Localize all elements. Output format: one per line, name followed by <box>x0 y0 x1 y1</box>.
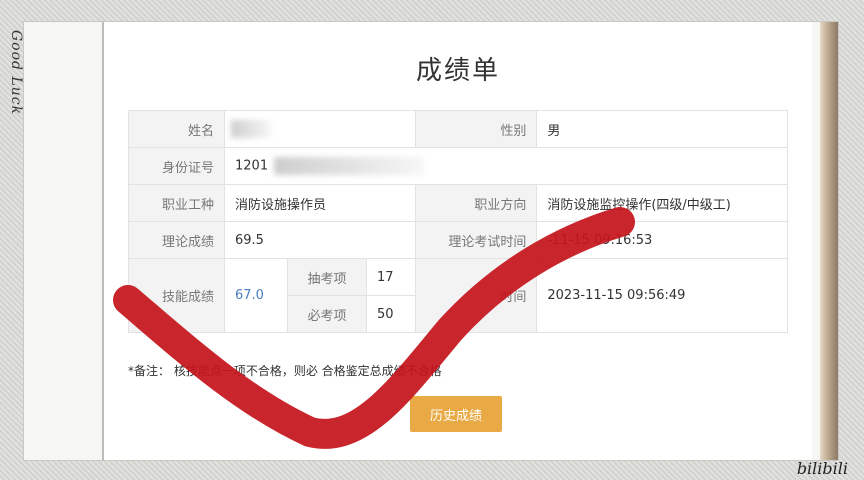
check-stroke <box>113 207 635 449</box>
red-check-mark <box>113 207 635 449</box>
bilibili-watermark: bilibili <box>796 459 848 478</box>
